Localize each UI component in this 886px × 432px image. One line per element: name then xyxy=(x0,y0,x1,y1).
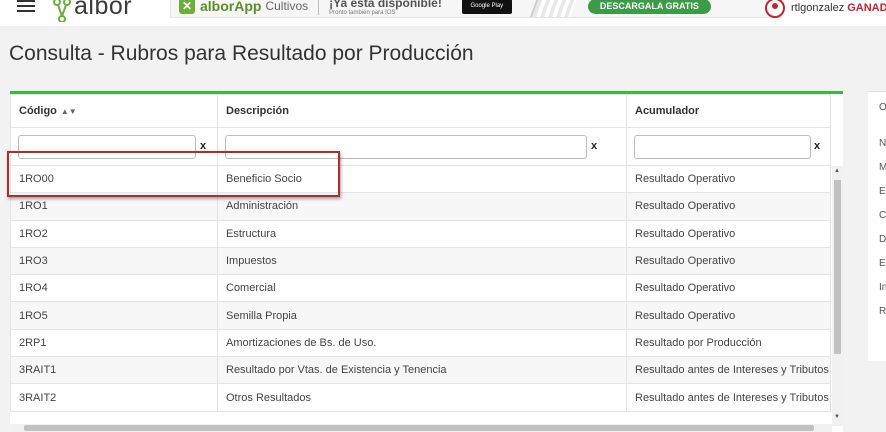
acumulador-cell: Resultado Operativo xyxy=(626,192,831,221)
banner-app-sub: Cultivos xyxy=(265,0,309,13)
download-button[interactable]: DESCARGALA GRATIS xyxy=(587,0,711,14)
codigo-filter-input[interactable] xyxy=(18,134,196,159)
table-row[interactable]: 1RO5 Semilla Propia Resultado Operativo xyxy=(10,301,831,330)
descripcion-cell: Beneficio Socio xyxy=(217,164,627,194)
side-panel-item[interactable]: N xyxy=(879,138,886,149)
acumulador-cell: Resultado antes de Intereses y Tributos … xyxy=(626,356,831,385)
google-play-badge[interactable]: Google Play xyxy=(461,0,512,14)
albor-app-icon: ✕ xyxy=(179,0,195,14)
side-panel-item[interactable]: C xyxy=(879,210,886,221)
vertical-scroll-thumb[interactable] xyxy=(834,180,841,354)
table-row[interactable]: 3RAIT2 Otros Resultados Resultado antes de… xyxy=(10,383,831,412)
banner-app-name: alborApp xyxy=(200,0,262,14)
table-row[interactable]: 1RO2 Estructura Resultado Operativo xyxy=(10,219,831,248)
table-row[interactable]: 1RO00 Beneficio Socio Resultado Operativo xyxy=(10,164,831,194)
descripcion-cell: Administración xyxy=(217,192,627,221)
scroll-down-icon[interactable]: ▼ xyxy=(834,414,840,420)
albor-logo[interactable]: albor xyxy=(52,0,132,26)
phone-illustration xyxy=(529,0,578,17)
codigo-cell: 1RO5 xyxy=(10,301,218,330)
codigo-cell: 2RP1 xyxy=(10,328,218,358)
acumulador-cell: Resultado Operativo xyxy=(626,274,831,303)
app-promo-banner[interactable]: ✕ alborApp Cultivos ¡Ya está disponible!… xyxy=(170,0,782,18)
table-row[interactable]: 1RO3 Impuestos Resultado Operativo xyxy=(10,246,831,276)
horizontal-scroll-thumb[interactable] xyxy=(24,425,814,431)
top-bar: albor ✕ alborApp Cultivos ¡Ya está dispo… xyxy=(0,0,886,26)
clear-descripcion-filter-icon[interactable]: x xyxy=(591,140,597,152)
user-avatar-icon xyxy=(765,0,785,18)
table-row[interactable]: 1RO1 Administración Resultado Operativo xyxy=(10,192,831,221)
vertical-scrollbar[interactable]: ▲ ▼ xyxy=(832,166,843,426)
codigo-cell: 1RO3 xyxy=(10,246,218,276)
descripcion-cell: Amortizaciones de Bs. de Uso. xyxy=(217,328,627,358)
descripcion-cell: Comercial xyxy=(217,274,627,303)
descripcion-cell: Impuestos xyxy=(217,246,627,276)
logo-text: albor xyxy=(74,0,133,20)
column-header-label: Código xyxy=(19,105,57,117)
codigo-cell: 1RO00 xyxy=(10,164,218,194)
side-panel-item[interactable]: M xyxy=(879,162,886,173)
acumulador-filter-input[interactable] xyxy=(634,134,811,159)
side-panel: Ol N M E C D E In R xyxy=(868,91,886,361)
albor-logo-icon xyxy=(52,0,72,22)
acumulador-cell: Resultado Operativo xyxy=(626,219,831,248)
rubros-table: Código ▲▼ Descripción Acumulador x x x 1R… xyxy=(10,94,831,412)
banner-divider xyxy=(318,0,320,15)
table-row[interactable]: 3RAIT1 Resultado por Vtas. de Existencia … xyxy=(10,356,831,385)
side-panel-item[interactable]: In xyxy=(879,282,886,293)
horizontal-scrollbar[interactable] xyxy=(10,424,832,432)
table-row[interactable]: 2RP1 Amortizaciones de Bs. de Uso. Resulta… xyxy=(10,328,831,358)
column-header-acumulador[interactable]: Acumulador xyxy=(626,94,831,128)
banner-promo-subtitle: Pronto también para IOS xyxy=(329,9,396,16)
clear-codigo-filter-icon[interactable]: x xyxy=(200,140,206,152)
user-name: rtlgonzalez xyxy=(791,2,845,14)
scroll-up-icon[interactable]: ▲ xyxy=(834,168,840,174)
side-panel-title: Ol xyxy=(879,102,886,113)
user-role: GANAD xyxy=(847,2,886,14)
descripcion-cell: Otros Resultados xyxy=(217,383,627,412)
descripcion-cell: Semilla Propia xyxy=(217,301,627,330)
codigo-cell: 1RO2 xyxy=(10,219,218,248)
user-menu[interactable]: rtlgonzalez GANAD xyxy=(765,0,886,18)
page-title: Consulta - Rubros para Resultado por Pro… xyxy=(9,42,474,65)
results-grid-panel: Código ▲▼ Descripción Acumulador x x x 1R… xyxy=(10,91,843,432)
codigo-cell: 3RAIT1 xyxy=(10,356,218,385)
column-header-label: Descripción xyxy=(226,105,289,117)
table-row[interactable]: 1RO4 Comercial Resultado Operativo xyxy=(10,274,831,303)
side-panel-item[interactable]: D xyxy=(879,234,886,245)
acumulador-cell: Resultado por Producción xyxy=(626,328,831,358)
clear-acumulador-filter-icon[interactable]: x xyxy=(814,140,820,152)
side-panel-item[interactable]: E xyxy=(879,258,886,269)
column-header-label: Acumulador xyxy=(635,105,700,117)
banner-promo-title: ¡Ya está disponible! xyxy=(329,0,442,10)
menu-icon[interactable] xyxy=(17,0,35,14)
acumulador-cell: Resultado antes de Intereses y Tributos … xyxy=(626,383,831,412)
descripcion-filter-input[interactable] xyxy=(225,134,587,159)
sort-icon[interactable]: ▲▼ xyxy=(61,107,77,116)
descripcion-cell: Resultado por Vtas. de Existencia y Tene… xyxy=(217,356,627,385)
table-header-row: Código ▲▼ Descripción Acumulador xyxy=(10,94,831,128)
codigo-cell: 3RAIT2 xyxy=(10,383,218,412)
side-panel-item[interactable]: R xyxy=(879,306,886,317)
filter-row: x x x xyxy=(10,127,831,166)
acumulador-cell: Resultado Operativo xyxy=(626,301,831,330)
column-header-codigo[interactable]: Código ▲▼ xyxy=(10,94,218,128)
descripcion-cell: Estructura xyxy=(217,219,627,248)
acumulador-cell: Resultado Operativo xyxy=(626,164,831,194)
acumulador-cell: Resultado Operativo xyxy=(626,246,831,276)
codigo-cell: 1RO4 xyxy=(10,274,218,303)
codigo-cell: 1RO1 xyxy=(10,192,218,221)
table-body: 1RO00 Beneficio Socio Resultado Operativo 1… xyxy=(10,164,831,412)
column-header-descripcion[interactable]: Descripción xyxy=(217,94,627,128)
side-panel-item[interactable]: E xyxy=(879,186,886,197)
